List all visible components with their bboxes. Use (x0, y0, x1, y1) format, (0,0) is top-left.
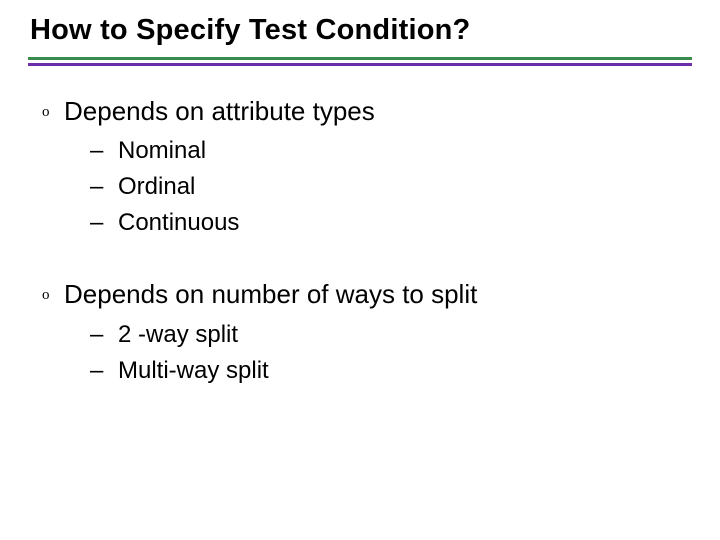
dash-icon: – (90, 205, 118, 241)
bullet-text: Depends on attribute types (64, 94, 692, 129)
bullet-text: Depends on number of ways to split (64, 277, 692, 312)
dash-icon: – (90, 353, 118, 389)
sub-item-text: Continuous (118, 205, 239, 241)
bullet-marker-icon: o (42, 277, 64, 310)
bullet-body: Depends on attribute types – Nominal – O… (64, 94, 692, 241)
sub-item: – Ordinal (90, 169, 692, 205)
content-area: o Depends on attribute types – Nominal –… (42, 94, 692, 388)
divider-purple (28, 63, 692, 66)
dash-icon: – (90, 169, 118, 205)
sub-list: – Nominal – Ordinal – Continuous (90, 133, 692, 241)
sub-item: – 2 -way split (90, 317, 692, 353)
sub-item-text: Multi-way split (118, 353, 269, 389)
sub-list: – 2 -way split – Multi-way split (90, 317, 692, 389)
bullet-item: o Depends on attribute types – Nominal –… (42, 94, 692, 241)
sub-item-text: Ordinal (118, 169, 195, 205)
page-title: How to Specify Test Condition? (30, 14, 692, 47)
sub-item-text: Nominal (118, 133, 206, 169)
bullet-item: o Depends on number of ways to split – 2… (42, 277, 692, 388)
slide: How to Specify Test Condition? o Depends… (0, 0, 720, 540)
sub-item-text: 2 -way split (118, 317, 238, 353)
bullet-body: Depends on number of ways to split – 2 -… (64, 277, 692, 388)
divider-green (28, 57, 692, 60)
sub-item: – Multi-way split (90, 353, 692, 389)
sub-item: – Continuous (90, 205, 692, 241)
dash-icon: – (90, 317, 118, 353)
bullet-marker-icon: o (42, 94, 64, 127)
sub-item: – Nominal (90, 133, 692, 169)
dash-icon: – (90, 133, 118, 169)
